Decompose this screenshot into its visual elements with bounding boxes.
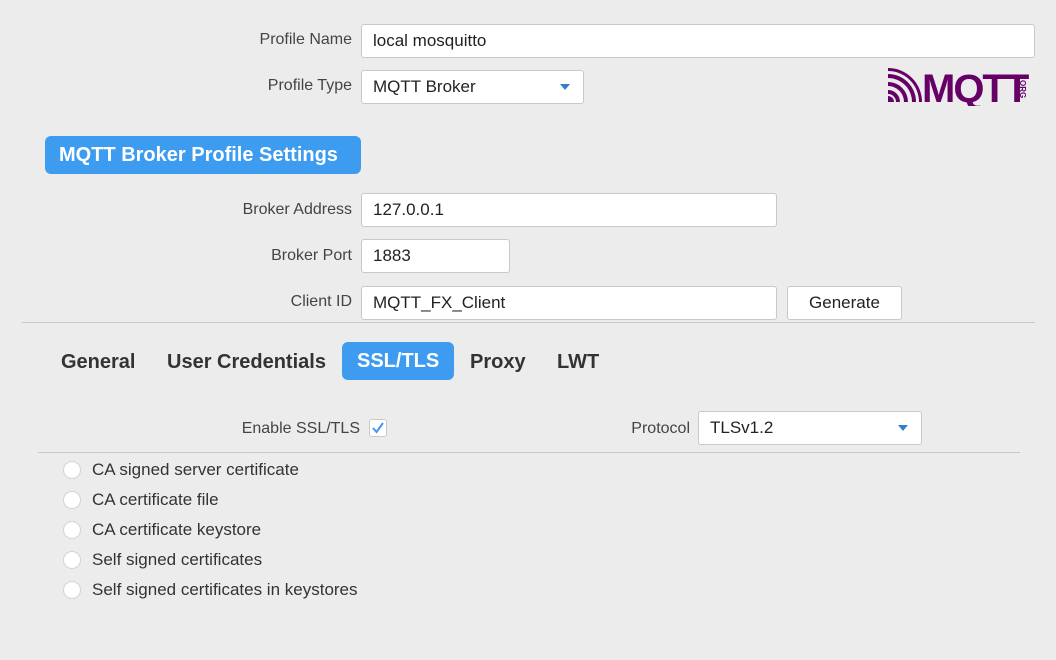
radio-option-ca-signed[interactable]: CA signed server certificate	[63, 458, 358, 482]
broker-port-label: Broker Port	[271, 247, 352, 264]
radio-option-ca-file[interactable]: CA certificate file	[63, 488, 358, 512]
radio-label: CA signed server certificate	[92, 460, 299, 479]
client-id-input[interactable]: MQTT_FX_Client	[361, 286, 777, 320]
broker-port-input[interactable]: 1883	[361, 239, 510, 273]
protocol-select[interactable]: TLSv1.2	[698, 411, 922, 445]
radio-button[interactable]	[63, 461, 81, 479]
profile-name-input[interactable]: local mosquitto	[361, 24, 1035, 58]
profile-type-select[interactable]: MQTT Broker	[361, 70, 584, 104]
ssl-divider	[38, 452, 1020, 453]
protocol-label: Protocol	[631, 420, 690, 437]
client-id-label: Client ID	[290, 293, 352, 310]
radio-button[interactable]	[63, 521, 81, 539]
checkmark-icon	[372, 422, 384, 434]
generate-button[interactable]: Generate	[787, 286, 902, 320]
radio-button[interactable]	[63, 491, 81, 509]
radio-label: Self signed certificates in keystores	[92, 580, 358, 599]
tab-user-credentials[interactable]: User Credentials	[167, 343, 326, 381]
enable-ssl-label: Enable SSL/TLS	[241, 420, 360, 437]
certificate-options: CA signed server certificate CA certific…	[63, 458, 358, 602]
broker-address-input[interactable]: 127.0.0.1	[361, 193, 777, 227]
radio-button[interactable]	[63, 581, 81, 599]
radio-button[interactable]	[63, 551, 81, 569]
radio-label: CA certificate file	[92, 490, 219, 509]
broker-section-title: MQTT Broker Profile Settings	[45, 136, 361, 174]
mqtt-logo: MQTT ORG	[886, 66, 1036, 111]
protocol-value: TLSv1.2	[710, 418, 774, 437]
tab-proxy[interactable]: Proxy	[470, 343, 526, 381]
tab-lwt[interactable]: LWT	[557, 343, 599, 381]
tab-ssl-tls[interactable]: SSL/TLS	[342, 342, 455, 380]
profile-type-label: Profile Type	[267, 77, 352, 94]
radio-option-ca-keystore[interactable]: CA certificate keystore	[63, 518, 358, 542]
profile-name-label: Profile Name	[259, 31, 352, 48]
svg-text:MQTT: MQTT	[922, 67, 1029, 106]
section-divider	[22, 322, 1035, 323]
enable-ssl-checkbox[interactable]	[369, 419, 387, 437]
logo-suffix: ORG	[1018, 80, 1027, 99]
chevron-down-icon	[560, 84, 570, 90]
radio-option-self-signed-keystores[interactable]: Self signed certificates in keystores	[63, 578, 358, 602]
profile-type-value: MQTT Broker	[373, 77, 476, 96]
tab-general[interactable]: General	[61, 343, 135, 381]
radio-option-self-signed[interactable]: Self signed certificates	[63, 548, 358, 572]
radio-label: Self signed certificates	[92, 550, 263, 569]
broker-address-label: Broker Address	[242, 201, 352, 218]
chevron-down-icon	[898, 425, 908, 431]
radio-label: CA certificate keystore	[92, 520, 262, 539]
mqtt-logo-icon: MQTT	[888, 67, 1031, 111]
